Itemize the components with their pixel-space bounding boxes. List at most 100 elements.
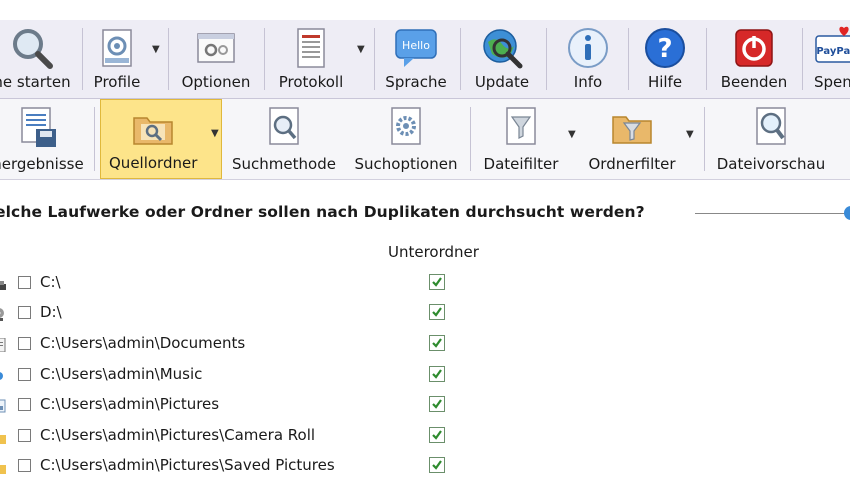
subfolders-checkbox[interactable] <box>429 304 445 320</box>
include-checkbox[interactable] <box>18 306 31 319</box>
globe-magnifier-icon <box>483 29 523 69</box>
gear-document-icon <box>391 107 421 145</box>
info-label: Info <box>573 73 603 91</box>
profile-gear-icon <box>102 29 132 67</box>
log-document-icon <box>297 28 325 68</box>
profile-button[interactable]: Profile <box>88 20 146 98</box>
music-icon <box>0 372 3 380</box>
file-filter-icon <box>506 107 536 145</box>
folder-icon <box>0 465 6 474</box>
section-heading: elche Laufwerke oder Ordner sollen nach … <box>0 203 645 221</box>
toolbar-separator <box>264 28 265 90</box>
folder-row[interactable]: C:\ <box>0 271 850 297</box>
folder-filter-label: Ordnerfilter <box>588 155 676 173</box>
toolbar-separator <box>706 28 707 90</box>
heading-rule <box>695 213 845 214</box>
language-label: Sprache <box>385 73 447 91</box>
toolbar-separator <box>628 28 629 90</box>
folder-search-icon <box>133 117 173 145</box>
toolbar-separator <box>470 107 471 171</box>
folder-row[interactable]: C:\Users\admin\Pictures\Saved Pictures <box>0 454 850 480</box>
toolbar-separator <box>82 28 83 90</box>
toolbar-separator <box>374 28 375 90</box>
source-folder-label: Quellordner <box>109 154 198 172</box>
toolbar-separator <box>546 28 547 90</box>
include-checkbox[interactable] <box>18 459 31 472</box>
file-filter-label: Dateifilter <box>483 155 559 173</box>
folder-row[interactable]: C:\Users\admin\Documents <box>0 332 850 358</box>
subfolders-checkbox[interactable] <box>429 274 445 290</box>
file-preview-button[interactable]: Dateivorschau <box>712 99 830 179</box>
folder-row[interactable]: C:\Users\admin\Pictures <box>0 393 850 419</box>
update-button[interactable]: Update <box>466 20 538 98</box>
start-search-label: ne starten <box>0 73 71 91</box>
folder-filter-dropdown-arrow[interactable]: ▼ <box>686 129 694 140</box>
folder-filter-button[interactable]: Ordnerfilter <box>584 99 680 179</box>
folder-row[interactable]: D:\ <box>0 301 850 327</box>
subfolders-column-header: Unterordner <box>388 243 479 261</box>
search-method-label: Suchmethode <box>232 155 336 173</box>
donate-button[interactable]: PayPal Spen <box>810 20 850 98</box>
search-method-button[interactable]: Suchmethode <box>228 99 340 179</box>
include-checkbox[interactable] <box>18 429 31 442</box>
folder-row[interactable]: C:\Users\admin\Music <box>0 363 850 389</box>
svg-text:?: ? <box>657 34 672 64</box>
save-results-button[interactable]: nergebnisse <box>0 99 86 179</box>
subfolders-checkbox[interactable] <box>429 335 445 351</box>
file-filter-button[interactable]: Dateifilter <box>478 99 564 179</box>
source-folder-dropdown-arrow[interactable]: ▼ <box>211 128 219 139</box>
log-button[interactable]: Protokoll <box>270 20 352 98</box>
info-button[interactable]: Info <box>554 20 622 98</box>
documents-icon <box>0 338 6 352</box>
subfolders-checkbox[interactable] <box>429 396 445 412</box>
include-checkbox[interactable] <box>18 368 31 381</box>
exit-button[interactable]: Beenden <box>714 20 794 98</box>
include-checkbox[interactable] <box>18 398 31 411</box>
help-button[interactable]: ? Hilfe <box>634 20 696 98</box>
folder-filter-icon <box>612 116 652 144</box>
checkmark-icon <box>432 277 442 287</box>
checkmark-icon <box>432 338 442 348</box>
log-dropdown-arrow[interactable]: ▼ <box>357 44 365 55</box>
file-preview-label: Dateivorschau <box>716 155 826 173</box>
folder-path: C:\Users\admin\Pictures\Saved Pictures <box>40 456 335 474</box>
help-icon: ? <box>645 28 685 68</box>
search-options-button[interactable]: Suchoptionen <box>350 99 462 179</box>
exit-label: Beenden <box>720 73 788 91</box>
profile-dropdown-arrow[interactable]: ▼ <box>152 44 160 55</box>
options-label: Optionen <box>181 73 251 91</box>
help-label: Hilfe <box>647 73 683 91</box>
toolbar-separator <box>94 107 95 171</box>
subfolders-checkbox[interactable] <box>429 457 445 473</box>
save-results-label: nergebnisse <box>0 155 84 173</box>
include-checkbox[interactable] <box>18 276 31 289</box>
file-filter-dropdown-arrow[interactable]: ▼ <box>568 129 576 140</box>
search-document-icon <box>269 107 299 145</box>
magnifier-icon <box>13 29 53 69</box>
folder-path: C:\Users\admin\Music <box>40 365 203 383</box>
folder-row[interactable]: C:\Users\admin\Pictures\Camera Roll <box>0 424 850 450</box>
subfolders-checkbox[interactable] <box>429 427 445 443</box>
start-search-button[interactable]: ne starten <box>0 20 74 98</box>
folder-path: C:\Users\admin\Documents <box>40 334 246 352</box>
folder-path: D:\ <box>40 303 62 321</box>
checkmark-icon <box>432 399 442 409</box>
source-folder-button[interactable]: Quellordner ▼ <box>100 99 222 179</box>
save-results-icon <box>21 107 56 147</box>
options-window-icon <box>197 33 235 63</box>
speech-bubble-icon: Hello <box>395 29 437 67</box>
language-button[interactable]: Hello Sprache <box>380 20 452 98</box>
folder-path: C:\ <box>40 273 61 291</box>
checkmark-icon <box>432 307 442 317</box>
power-icon <box>735 29 773 67</box>
log-label: Protokoll <box>278 73 344 91</box>
subfolders-checkbox[interactable] <box>429 366 445 382</box>
paypal-heart-icon: PayPal <box>815 26 850 63</box>
checkmark-icon <box>432 369 442 379</box>
toolbar-separator <box>460 28 461 90</box>
sub-toolbar: nergebnisse Quellordner ▼ Suchmethode Su… <box>0 99 850 180</box>
collapse-knob-icon[interactable] <box>844 206 850 220</box>
include-checkbox[interactable] <box>18 337 31 350</box>
options-button[interactable]: Optionen <box>176 20 256 98</box>
checkmark-icon <box>432 430 442 440</box>
